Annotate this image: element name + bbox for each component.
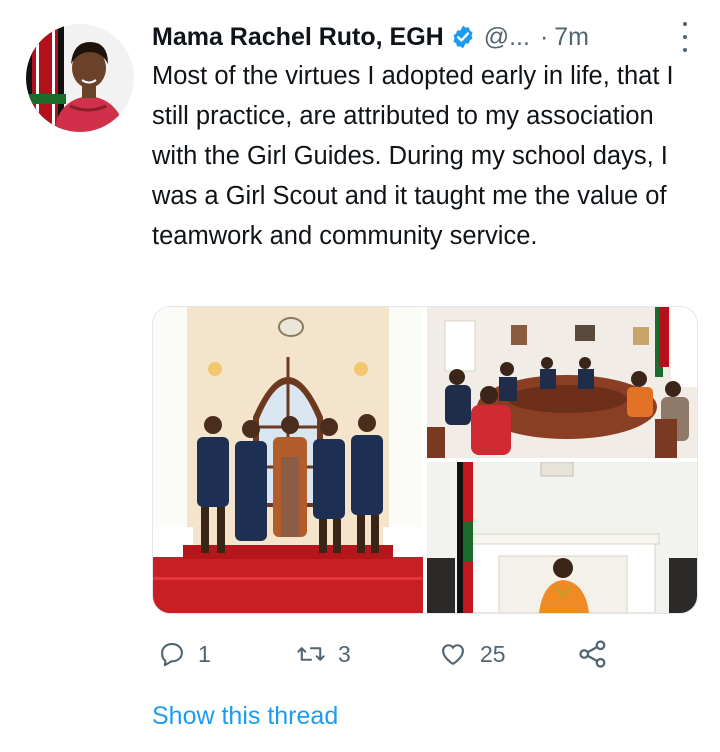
author-handle[interactable]: @...: [484, 23, 530, 52]
show-thread-link[interactable]: Show this thread: [152, 702, 338, 731]
photo-group-girl-guides[interactable]: [153, 307, 423, 613]
tweet-text: Most of the virtues I adopted early in l…: [152, 62, 674, 250]
media-grid: [152, 306, 698, 614]
timestamp[interactable]: 7m: [554, 23, 589, 52]
retweet-button[interactable]: 3: [296, 634, 351, 674]
reply-count: 1: [198, 640, 211, 667]
profile-photo: [26, 24, 134, 132]
separator-dot: ·: [539, 22, 549, 51]
retweet-count: 3: [338, 640, 351, 667]
verified-badge-icon: [450, 24, 476, 50]
retweet-icon: [297, 647, 325, 661]
more-options-icon[interactable]: [678, 22, 692, 52]
reply-button[interactable]: 1: [158, 634, 211, 674]
reply-icon: [161, 643, 183, 667]
like-button[interactable]: 25: [438, 634, 506, 674]
heart-icon: [442, 644, 464, 665]
like-count: 25: [480, 640, 506, 667]
share-icon: [579, 640, 606, 668]
author-name[interactable]: Mama Rachel Ruto, EGH: [152, 23, 444, 52]
tweet-actions: 1 3 25: [152, 634, 622, 674]
photo-meeting-round-table[interactable]: [427, 307, 697, 458]
share-button[interactable]: [578, 634, 608, 674]
tweet-header: Mama Rachel Ruto, EGH @... · 7m: [152, 20, 692, 54]
avatar[interactable]: [26, 24, 134, 132]
photo-seated-by-fireplace[interactable]: [427, 462, 697, 613]
